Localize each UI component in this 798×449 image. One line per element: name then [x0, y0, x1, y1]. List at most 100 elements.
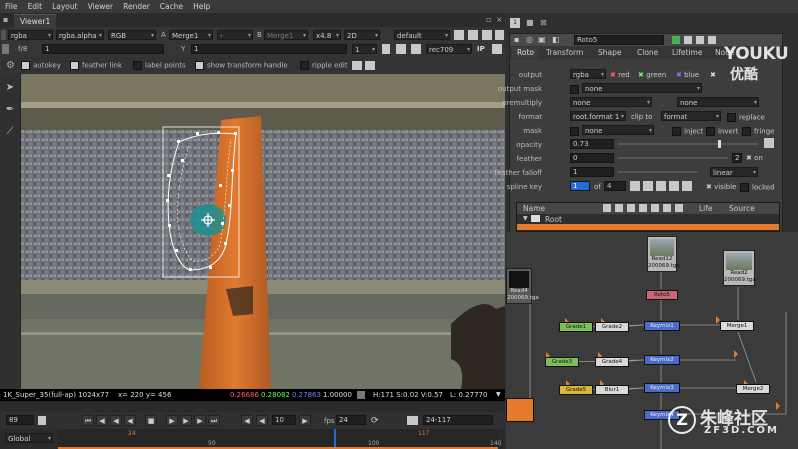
menu-layout[interactable]: Layout [47, 2, 83, 11]
revert-icon[interactable] [708, 36, 716, 44]
col-overlay-icon[interactable] [639, 204, 647, 212]
lut-select[interactable]: default [394, 30, 450, 41]
node-merge2[interactable]: Merge2 [736, 384, 770, 394]
skip-back-inc-button[interactable]: ◀ [256, 415, 268, 426]
skip-back-button[interactable]: ◀ [241, 415, 253, 426]
help-icon[interactable] [696, 36, 704, 44]
current-frame-field[interactable]: 89 [6, 415, 34, 425]
label-points-toggle[interactable]: label points [133, 61, 186, 70]
format-select[interactable]: root.format 1 [570, 111, 626, 122]
col-color-icon[interactable] [627, 204, 635, 212]
close-pane-icon[interactable]: × [496, 13, 503, 26]
timeline-range-select[interactable]: Global [5, 433, 53, 444]
curves-selected-row[interactable] [517, 224, 779, 230]
curves-root-row[interactable]: ▼ Root [517, 214, 779, 224]
node-read2[interactable]: Read2 200069.tga [723, 250, 756, 286]
opacity-field[interactable]: 0.73 [570, 139, 614, 149]
feather-on-toggle[interactable]: ✖ on [746, 154, 763, 162]
blue-channel-toggle[interactable]: ✖ blue [676, 71, 699, 79]
locked-checkbox[interactable] [740, 183, 749, 192]
enable-icon[interactable] [672, 36, 680, 44]
node-roto5[interactable]: Roto5 [646, 290, 678, 300]
compare-mode-select[interactable]: - [217, 30, 253, 41]
tab-clone[interactable]: Clone [637, 47, 658, 58]
float-pane-icon[interactable]: ▫ [486, 13, 491, 26]
premultiply-select-2[interactable]: none [677, 97, 759, 108]
input-a-select[interactable]: Merge1 [169, 30, 213, 41]
menu-help[interactable]: Help [188, 2, 215, 11]
next-key-icon[interactable] [656, 181, 666, 191]
play-backward-button[interactable]: ◀ [124, 415, 136, 426]
invert-checkbox[interactable] [706, 127, 715, 136]
spline-key-field[interactable]: 1 [570, 181, 590, 191]
mask-select[interactable]: none [582, 125, 654, 136]
replace-toggle[interactable]: replace [727, 113, 765, 122]
falloff-slider[interactable] [618, 171, 698, 173]
node-grade1[interactable]: Grade1 [559, 322, 593, 332]
autokey-checkbox[interactable] [21, 61, 30, 70]
next-frame-button[interactable]: ▶ [180, 415, 192, 426]
output-mask-checkbox[interactable] [570, 85, 579, 94]
display-channels-select[interactable]: RGB [108, 30, 156, 41]
prev-frame-button[interactable]: ◀ [110, 415, 122, 426]
viewer-icon[interactable] [684, 36, 692, 44]
skip-forward-button[interactable]: ▶ [299, 415, 311, 426]
autokey-toggle[interactable]: autokey [21, 61, 61, 70]
center-node-icon[interactable]: ◎ [526, 35, 533, 44]
play-forward-button[interactable]: ▶ [166, 415, 178, 426]
last-key-icon[interactable] [669, 181, 679, 191]
mask-checkbox[interactable] [570, 127, 579, 136]
menu-file[interactable]: File [0, 2, 23, 11]
refresh-icon[interactable] [495, 30, 504, 40]
feather-value-field[interactable]: 2 [732, 153, 742, 163]
select-arrow-icon[interactable]: ➤ [4, 82, 16, 94]
tab-transform[interactable]: Transform [546, 47, 583, 58]
timeline-track[interactable]: 24 50 100 117 140 [58, 429, 501, 449]
menu-viewer[interactable]: Viewer [83, 2, 119, 11]
delete-key-icon[interactable] [682, 181, 692, 191]
ripple-mode-icon[interactable] [365, 61, 375, 70]
node-keymix3[interactable]: Keymix3 [644, 383, 680, 393]
input-b-select[interactable]: Merge1 [264, 30, 308, 41]
playhead[interactable] [334, 429, 336, 447]
increment-field[interactable]: 10 [272, 415, 296, 425]
node-backdrop[interactable] [506, 398, 534, 422]
gamma-slider[interactable]: 1 [191, 44, 347, 54]
input-icon[interactable]: ▣ [538, 35, 546, 44]
viewer-canvas[interactable] [21, 74, 505, 389]
output-mask-select[interactable]: none [582, 83, 702, 94]
layer-select[interactable]: rgba [8, 30, 53, 41]
bezier-pen-icon[interactable]: ✒ [4, 104, 16, 116]
tab-lifetime[interactable]: Lifetime [672, 47, 702, 58]
feather-link-checkbox[interactable] [70, 61, 79, 70]
fstop-value[interactable]: f/8 [18, 44, 27, 54]
node-read12[interactable]: Read12 200069.tga [647, 236, 680, 272]
lock-properties-icon[interactable]: ⊠ [540, 18, 547, 27]
opacity-curve-icon[interactable] [764, 138, 774, 148]
alpha-select[interactable]: rgba.alpha [56, 30, 104, 41]
node-read4[interactable]: Read4 200069.tga [506, 268, 539, 304]
green-channel-toggle[interactable]: ✖ green [638, 71, 666, 79]
node-blur1[interactable]: Blur1 [595, 385, 629, 395]
col-life[interactable]: Life [699, 204, 713, 213]
opacity-slider-handle[interactable] [718, 140, 721, 148]
feather-falloff-field[interactable]: 1 [570, 167, 614, 177]
node-merge1[interactable]: Merge1 [720, 321, 754, 331]
inject-toggle[interactable]: inject [672, 127, 703, 136]
opacity-slider[interactable] [618, 140, 758, 148]
zoom-select[interactable]: x4.8 [313, 30, 341, 41]
col-name[interactable]: Name [523, 204, 545, 213]
loop-icon[interactable]: ⟳ [371, 416, 379, 426]
clip-warning-icon[interactable] [454, 30, 464, 40]
node-grade3[interactable]: Grade3 [545, 357, 579, 367]
mask-overlay-icon[interactable] [411, 44, 421, 54]
ip-button[interactable]: IP [477, 44, 485, 54]
invert-toggle[interactable]: invert [706, 127, 738, 136]
tab-roto[interactable]: Roto [512, 47, 539, 58]
col-invert-icon[interactable] [651, 204, 659, 212]
clip-to-select[interactable]: format [661, 111, 721, 122]
monitor-out-icon[interactable] [492, 44, 502, 54]
frame-range-field[interactable]: 24-117 [423, 415, 493, 425]
stop-button[interactable]: ■ [145, 415, 157, 426]
roi-icon[interactable] [468, 30, 478, 40]
